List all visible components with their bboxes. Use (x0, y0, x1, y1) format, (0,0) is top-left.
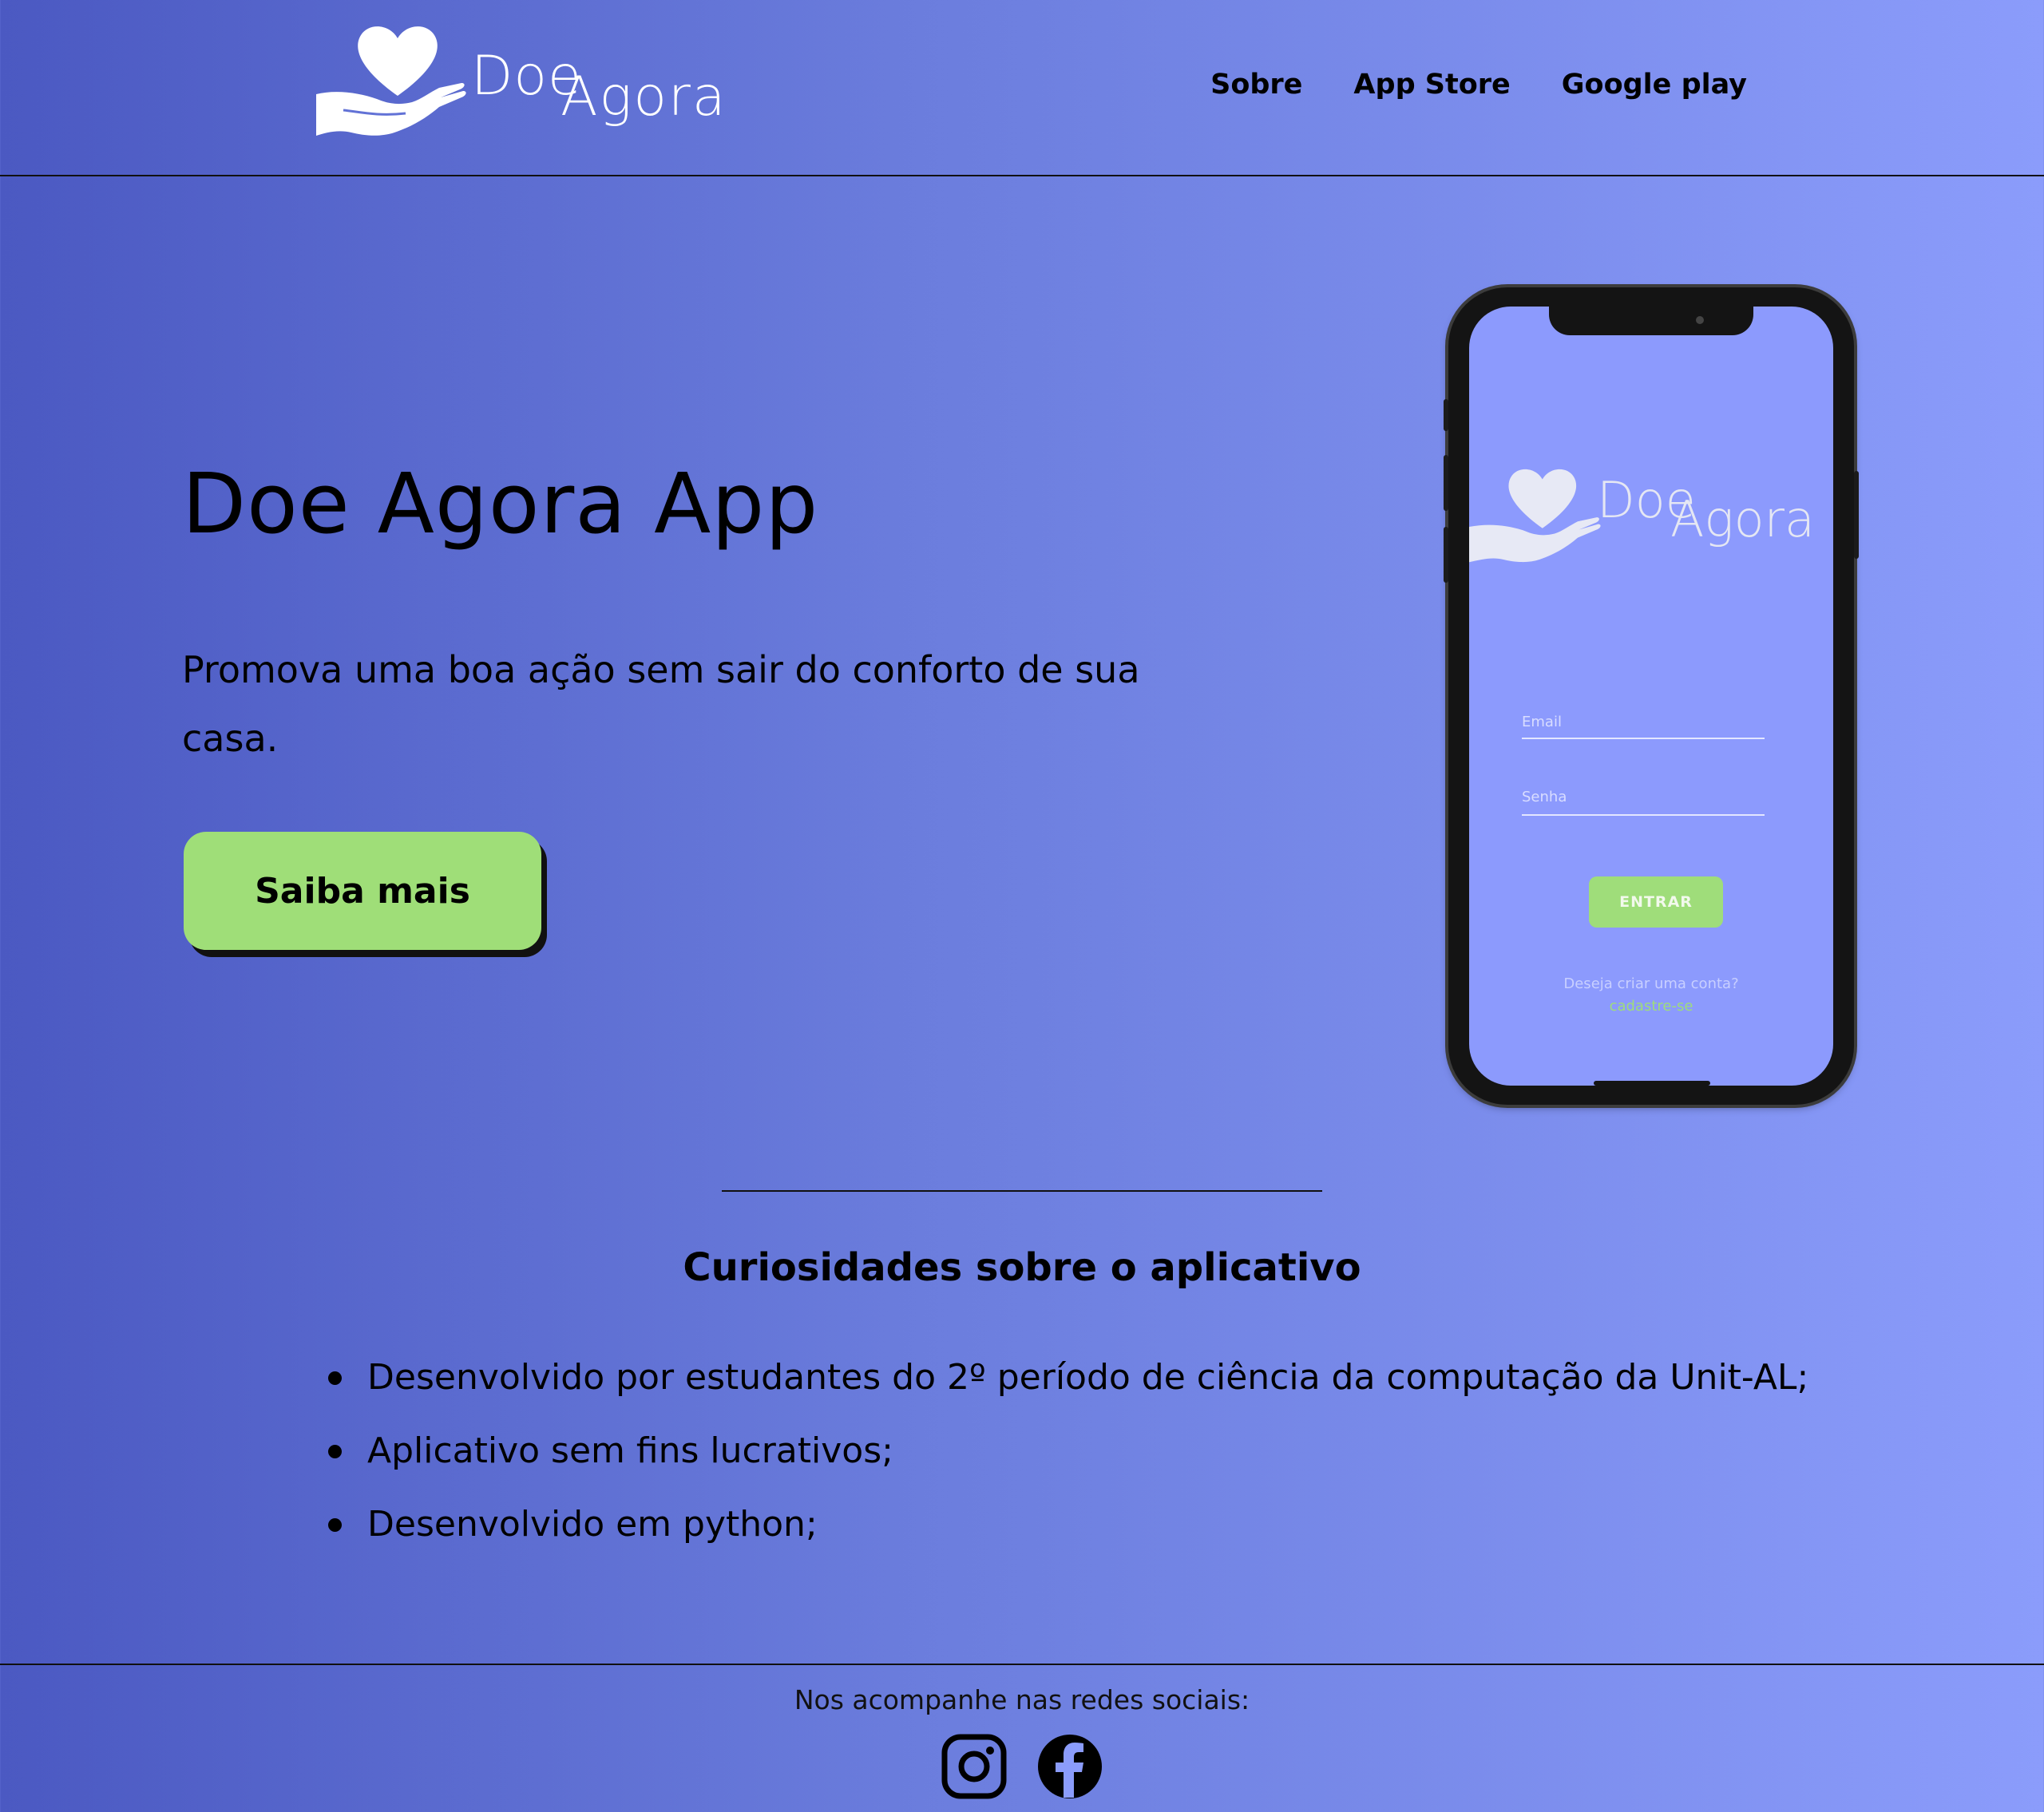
logo-word-agora: Agora (561, 65, 727, 129)
screen-email-label: Email (1522, 714, 1562, 730)
nav-link-app-store[interactable]: App Store (1353, 69, 1510, 101)
screen-password-field (1522, 814, 1765, 816)
screen-heart-hand-icon (1469, 469, 1601, 563)
curiosity-text: Desenvolvido por estudantes do 2º períod… (367, 1357, 1809, 1398)
nav-link-sobre[interactable]: Sobre (1210, 69, 1302, 101)
bullet-icon (328, 1371, 342, 1385)
screen-enter-button: ENTRAR (1589, 876, 1723, 928)
phone-volume-down (1444, 527, 1448, 583)
curiosity-text: Desenvolvido em python; (367, 1504, 818, 1545)
curiosity-item: Desenvolvido por estudantes do 2º períod… (319, 1341, 1808, 1414)
main-nav: Sobre App Store Google play (1210, 69, 1747, 101)
phone-side-button (1444, 399, 1448, 431)
screen-password-label: Senha (1522, 789, 1567, 805)
hero-description: Promova uma boa ação sem sair do confort… (182, 648, 1140, 760)
instagram-icon (941, 1734, 1007, 1799)
heart-hand-icon (316, 26, 466, 136)
curiosity-item: Desenvolvido em python; (319, 1488, 1808, 1561)
phone-notch (1549, 307, 1753, 335)
site-footer: Nos acompanhe nas redes sociais: (0, 1664, 2044, 1812)
screen-logo-agora: Agora (1670, 490, 1816, 548)
curiosity-item: Aplicativo sem fins lucrativos; (319, 1414, 1808, 1488)
footer-social-text: Nos acompanhe nas redes sociais: (794, 1684, 1250, 1715)
curiosity-text: Aplicativo sem fins lucrativos; (367, 1430, 893, 1471)
phone-volume-up (1444, 455, 1448, 511)
bullet-icon (328, 1445, 342, 1458)
phone-camera (1696, 316, 1704, 324)
nav-link-google-play[interactable]: Google play (1562, 69, 1747, 101)
social-links (0, 1734, 2044, 1799)
section-divider (722, 1190, 1322, 1192)
facebook-link[interactable] (1037, 1734, 1103, 1799)
screen-logo: Doe Agora (1469, 458, 1833, 578)
site-header: Doe Agora Sobre App Store Google play (0, 0, 2044, 176)
saiba-mais-button[interactable]: Saiba mais (184, 832, 541, 950)
phone-home-indicator (1594, 1081, 1710, 1086)
screen-email-field (1522, 738, 1765, 739)
logo[interactable]: Doe Agora (311, 16, 743, 160)
instagram-link[interactable] (941, 1734, 1007, 1799)
hero-title: Doe Agora App (182, 455, 819, 552)
curiosities-list: Desenvolvido por estudantes do 2º períod… (319, 1341, 1808, 1561)
phone-screen: Doe Agora Email Senha ENTRAR Deseja cria… (1469, 307, 1833, 1086)
bullet-icon (328, 1518, 342, 1532)
phone-power-button (1854, 471, 1859, 559)
phone-mockup: Doe Agora Email Senha ENTRAR Deseja cria… (1444, 287, 1859, 1105)
curiosities-title: Curiosidades sobre o aplicativo (683, 1245, 1361, 1290)
facebook-icon (1038, 1735, 1102, 1798)
screen-signup-link: cadastre-se (1609, 998, 1693, 1015)
screen-create-account-question: Deseja criar uma conta? (1563, 975, 1739, 992)
